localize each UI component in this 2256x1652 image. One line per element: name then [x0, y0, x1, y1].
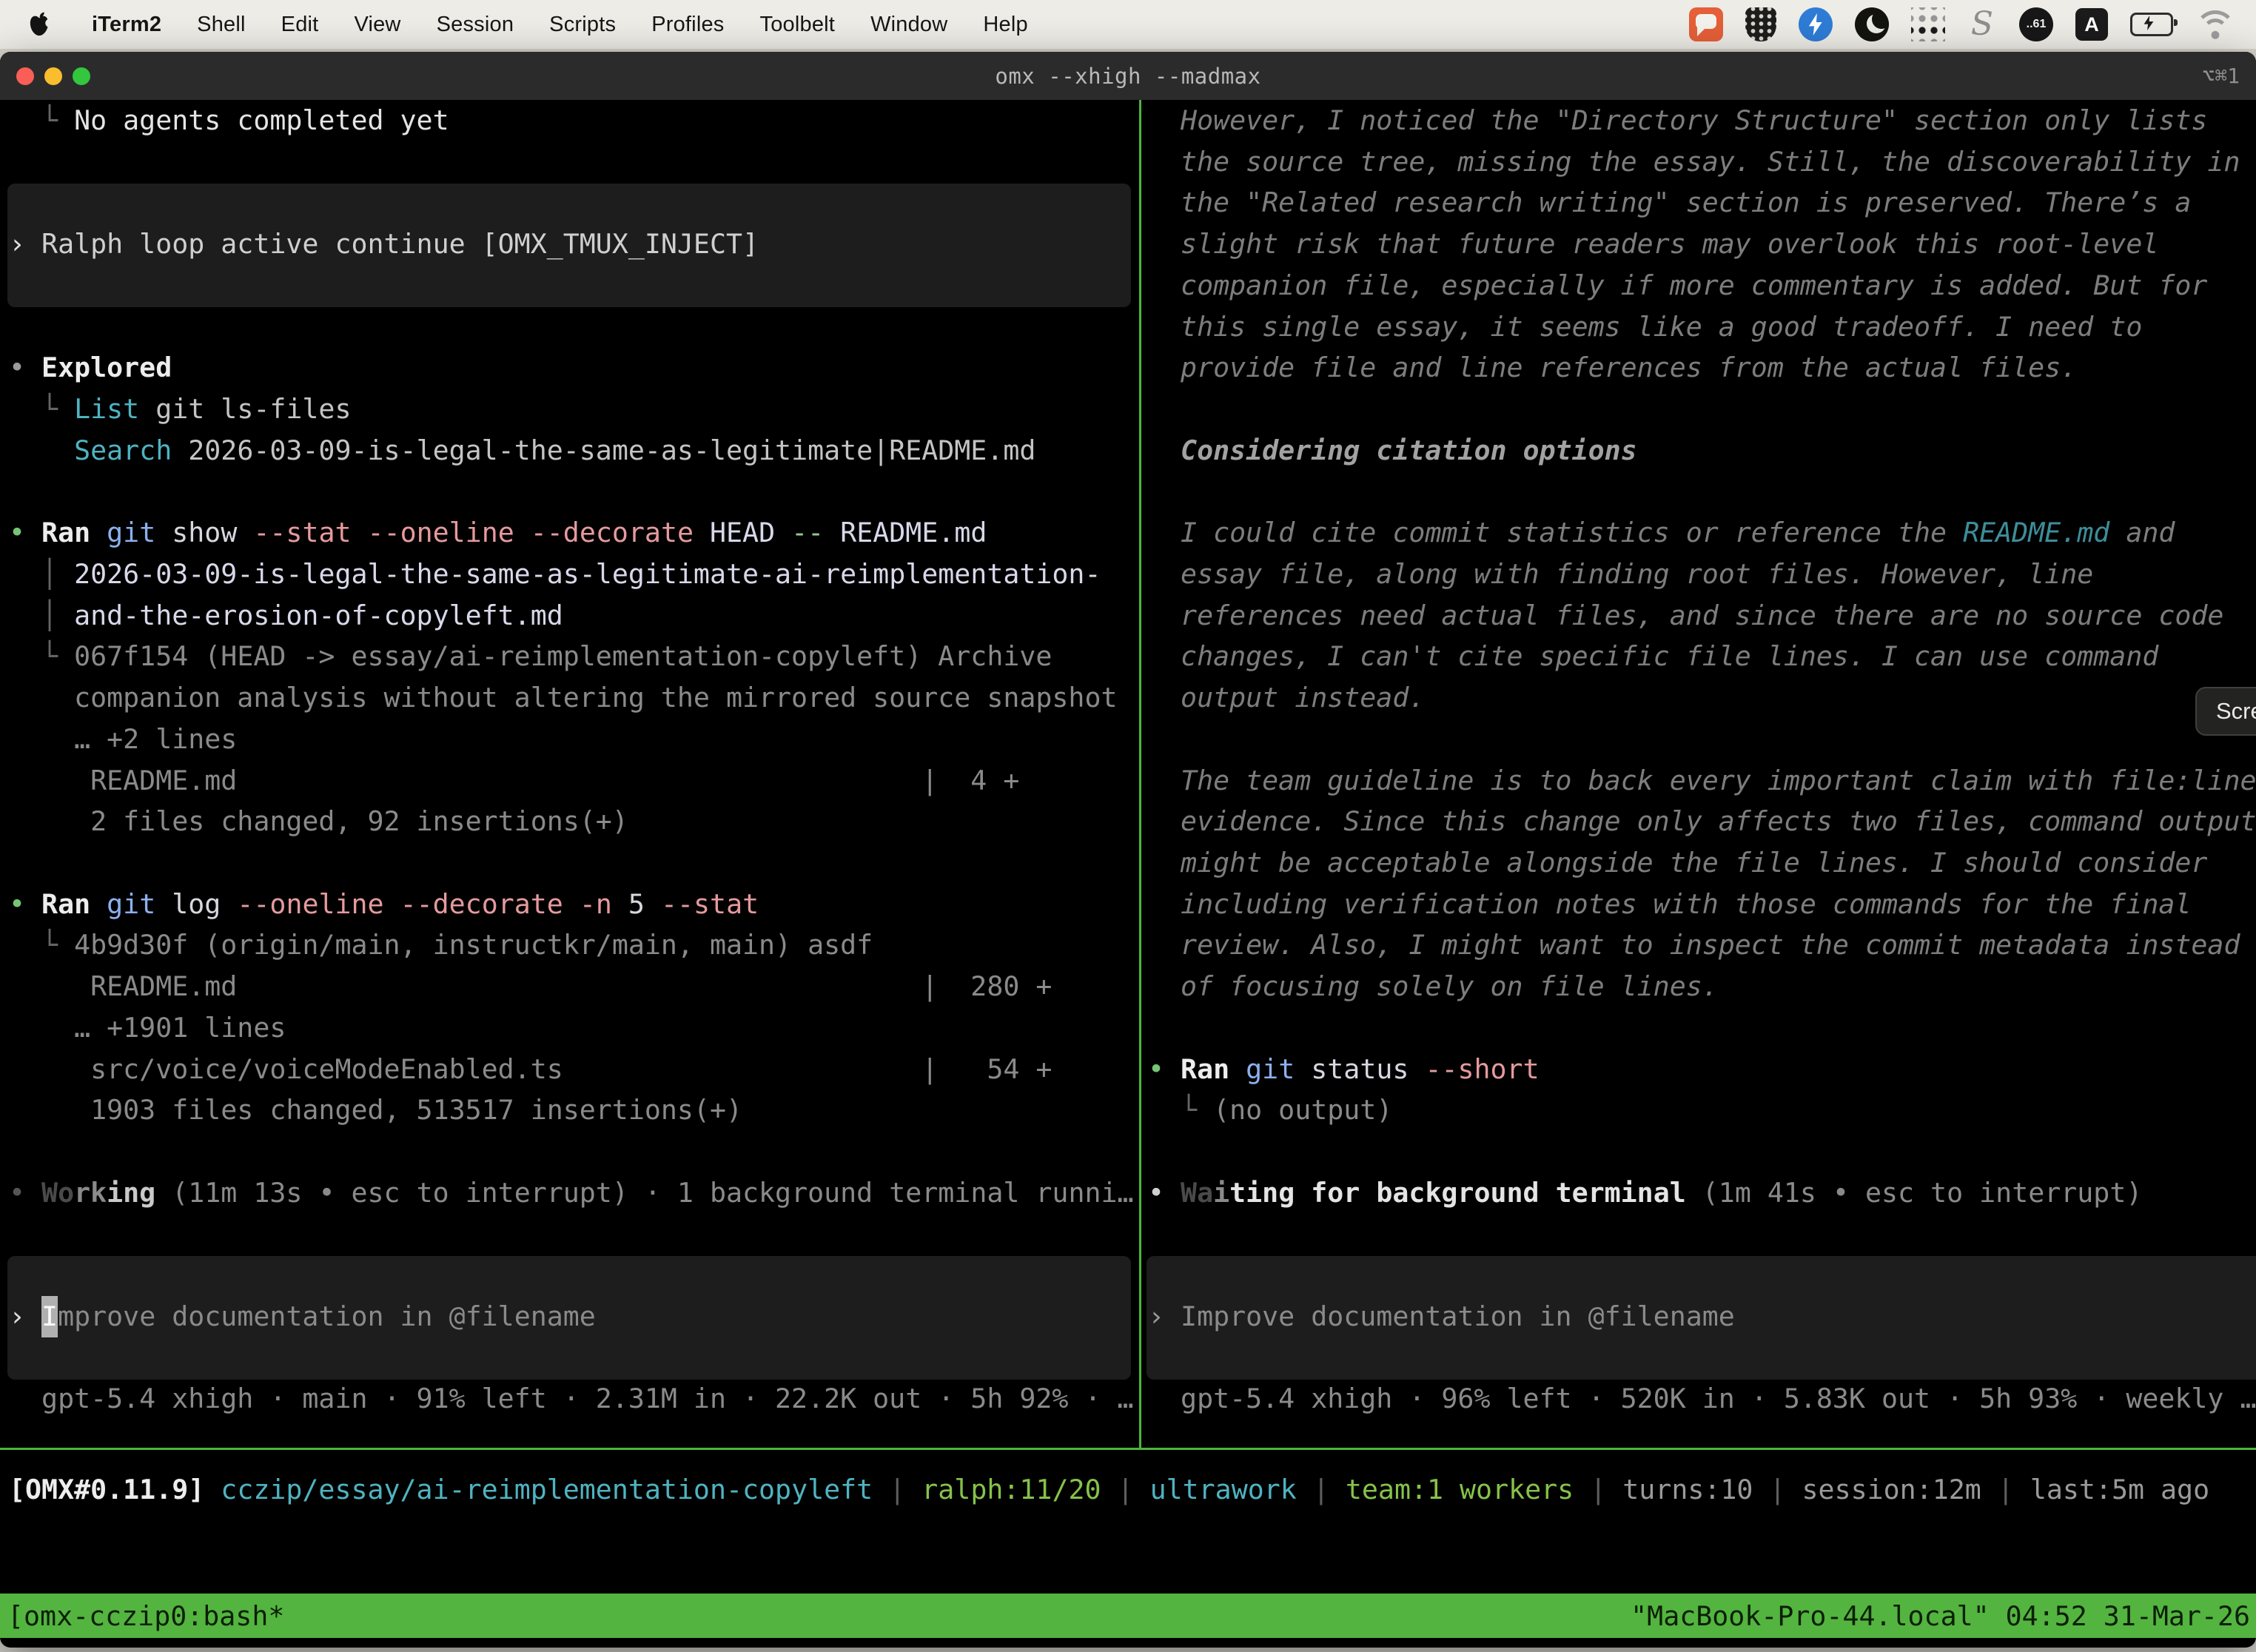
git-show-output-line: └ 067f154 (HEAD -> essay/ai-reimplementa…	[9, 636, 1052, 677]
git-log-output-line: … +1901 lines	[9, 1007, 286, 1049]
battery-icon[interactable]	[2130, 13, 2173, 36]
reasoning-heading: Considering citation options	[1148, 430, 1637, 471]
reasoning-paragraph-line: references need actual files, and since …	[1148, 595, 2223, 637]
right-session-statusbar: gpt-5.4 xhigh · 96% left · 520K in · 5.8…	[1148, 1378, 2256, 1420]
menu-item-iterm2[interactable]: iTerm2	[74, 13, 179, 37]
reasoning-paragraph-line: review. Also, I might want to inspect th…	[1148, 924, 2240, 966]
menu-item-profiles[interactable]: Profiles	[634, 13, 742, 37]
reasoning-paragraph-line: changes, I can't cite specific file line…	[1148, 636, 2158, 677]
reasoning-paragraph-line: the source tree, missing the essay. Stil…	[1148, 141, 2240, 183]
git-show-stat-line: README.md | 4 +	[9, 760, 1019, 802]
reasoning-paragraph-line: slight risk that future readers may over…	[1148, 224, 2158, 265]
shield-icon[interactable]	[1745, 7, 1776, 41]
tmux-session-label[interactable]: [omx-cczip0:bash*	[7, 1600, 284, 1632]
dots-grid-icon[interactable]	[1911, 7, 1945, 41]
pane-divider-vertical[interactable]	[1139, 100, 1141, 1450]
menu-bar: iTerm2ShellEditViewSessionScriptsProfile…	[0, 0, 2256, 49]
input-a-icon[interactable]: A	[2075, 8, 2108, 41]
menu-item-toolbelt[interactable]: Toolbelt	[742, 13, 853, 37]
tmux-status-bar: [omx-cczip0:bash* "MacBook-Pro-44.local"…	[0, 1594, 2256, 1638]
git-show-output-line: companion analysis without altering the …	[9, 677, 1118, 719]
explored-search-line: Search 2026-03-09-is-legal-the-same-as-l…	[9, 430, 1035, 471]
traffic-lights	[16, 52, 90, 100]
window-title: omx --xhigh --madmax	[0, 52, 2256, 100]
git-show-output-line: … +2 lines	[9, 719, 237, 760]
left-session-statusbar: gpt-5.4 xhigh · main · 91% left · 2.31M …	[9, 1378, 1134, 1420]
reasoning-paragraph-line: The team guideline is to back every impo…	[1148, 760, 2256, 802]
pane-divider-horizontal[interactable]	[0, 1448, 2256, 1450]
menu-items: iTerm2ShellEditViewSessionScriptsProfile…	[74, 13, 1046, 37]
reasoning-paragraph-line: the "Related research writing" section i…	[1148, 182, 2191, 224]
wifi-icon[interactable]	[2195, 9, 2235, 40]
git-status-output-line: └ (no output)	[1148, 1089, 1392, 1131]
reasoning-paragraph-line: including verification notes with those …	[1148, 884, 2191, 925]
close-button[interactable]	[16, 67, 34, 85]
explored-header: • Explored	[9, 347, 172, 389]
screen: iTerm2ShellEditViewSessionScriptsProfile…	[0, 0, 2256, 1652]
reasoning-paragraph-line: of focusing solely on file lines.	[1148, 966, 1719, 1007]
git-log-stat-line: src/voice/voiceModeEnabled.ts | 54 +	[9, 1049, 1052, 1090]
zoom-button[interactable]	[73, 67, 90, 85]
reasoning-paragraph-line: However, I noticed the "Directory Struct…	[1148, 100, 2207, 141]
ralph-inject-line: › Ralph loop active continue [OMX_TMUX_I…	[9, 224, 759, 265]
omx-status-line: [OMX#0.11.9] cczip/essay/ai-reimplementa…	[9, 1469, 2209, 1511]
reasoning-paragraph-line: provide file and line references from th…	[1148, 347, 2077, 389]
apple-icon[interactable]	[28, 12, 50, 37]
crescent-icon[interactable]	[1855, 7, 1889, 41]
ran-git-status-line: • Ran git status --short	[1148, 1049, 1540, 1090]
git-log-stat-line: 1903 files changed, 513517 insertions(+)	[9, 1089, 742, 1131]
left-prompt-input[interactable]: › Improve documentation in @filename	[9, 1296, 596, 1337]
ran-git-show-line: • Ran git show --stat --oneline --decora…	[9, 512, 987, 554]
menu-item-view[interactable]: View	[336, 13, 418, 37]
reasoning-paragraph-line: essay file, along with finding root file…	[1148, 554, 2093, 595]
menu-item-session[interactable]: Session	[419, 13, 532, 37]
menu-item-window[interactable]: Window	[853, 13, 965, 37]
right-prompt-input[interactable]: › Improve documentation in @filename	[1148, 1296, 1735, 1337]
reasoning-paragraph-line: this single essay, it seems like a good …	[1148, 306, 2142, 348]
explored-list-line: └ List git ls-files	[9, 389, 351, 430]
command-arg-line: │ and-the-erosion-of-copyleft.md	[9, 595, 563, 637]
zigzag-icon[interactable]	[1799, 7, 1833, 41]
reasoning-paragraph-line: might be acceptable alongside the file l…	[1148, 842, 2207, 884]
iterm-window: omx --xhigh --madmax ⌥⌘1 └ No agents com…	[0, 52, 2256, 1648]
menu-status-icons: ..61 A	[1689, 7, 2235, 41]
working-status-line: • Working (11m 13s • esc to interrupt) ·…	[9, 1172, 1134, 1214]
ran-git-log-line: • Ran git log --oneline --decorate -n 5 …	[9, 884, 759, 925]
squiggle-icon[interactable]	[1967, 7, 1997, 41]
git-log-output-line: └ 4b9d30f (origin/main, instructkr/main,…	[9, 924, 873, 966]
git-show-stat-line: 2 files changed, 92 insertions(+)	[9, 801, 628, 842]
menu-item-shell[interactable]: Shell	[179, 13, 263, 37]
tmux-host-clock-label: "MacBook-Pro-44.local" 04:52 31-Mar-26	[1631, 1600, 2250, 1632]
window-shortcut-label: ⌥⌘1	[2202, 52, 2240, 100]
chat-icon[interactable]	[1689, 7, 1723, 41]
menu-item-scripts[interactable]: Scripts	[531, 13, 634, 37]
badge-61-icon[interactable]: ..61	[2019, 7, 2053, 41]
window-title-bar[interactable]: omx --xhigh --madmax ⌥⌘1	[0, 52, 2256, 100]
agents-status-line: └ No agents completed yet	[9, 100, 449, 141]
screen-overlay-chip[interactable]: Scre	[2195, 687, 2256, 736]
reasoning-paragraph-line: evidence. Since this change only affects…	[1148, 801, 2256, 842]
minimize-button[interactable]	[44, 67, 62, 85]
reasoning-paragraph-line: output instead.	[1148, 677, 1425, 719]
menu-item-help[interactable]: Help	[965, 13, 1045, 37]
command-arg-line: │ 2026-03-09-is-legal-the-same-as-legiti…	[9, 554, 1101, 595]
git-log-stat-line: README.md | 280 +	[9, 966, 1052, 1007]
reasoning-paragraph-line: companion file, especially if more comme…	[1148, 265, 2207, 306]
waiting-status-line: • Waiting for background terminal (1m 41…	[1148, 1172, 2142, 1214]
menu-item-edit[interactable]: Edit	[263, 13, 337, 37]
screen-overlay-label: Scre	[2216, 698, 2256, 725]
reasoning-paragraph-line: I could cite commit statistics or refere…	[1148, 512, 2175, 554]
